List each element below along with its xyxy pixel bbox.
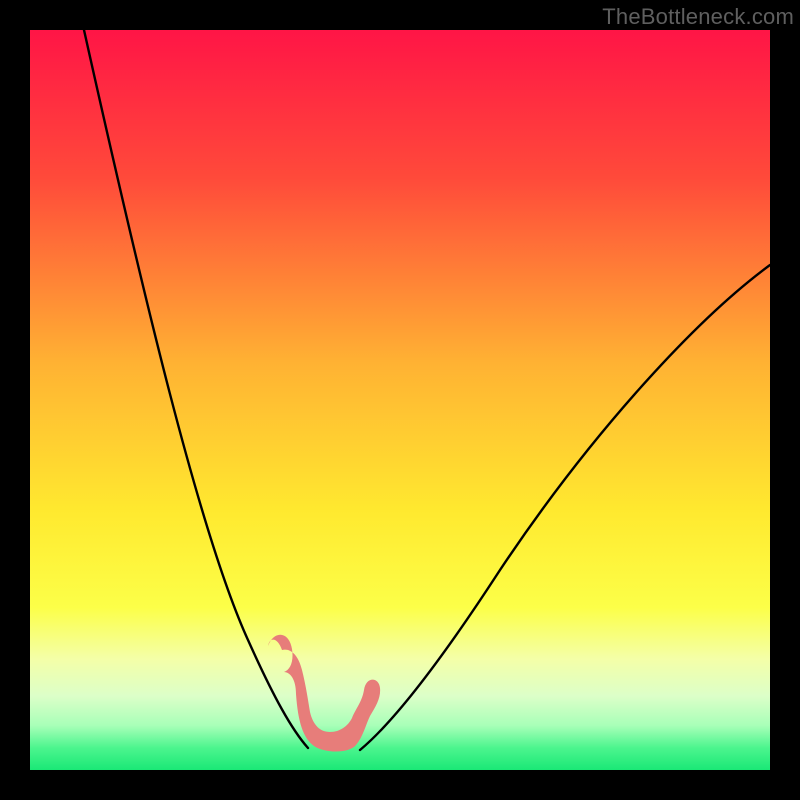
- plot-area: [30, 30, 770, 770]
- watermark-text: TheBottleneck.com: [602, 4, 794, 30]
- gradient-background: [30, 30, 770, 770]
- chart-frame: TheBottleneck.com: [0, 0, 800, 800]
- chart-svg: [30, 30, 770, 770]
